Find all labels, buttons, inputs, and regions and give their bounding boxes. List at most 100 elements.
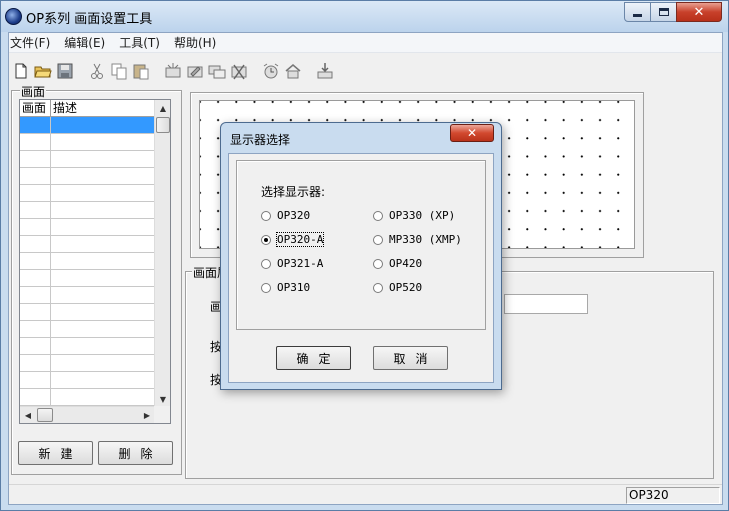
menu-help[interactable]: 帮助(H) — [174, 34, 224, 51]
table-row[interactable] — [20, 134, 155, 151]
row-description-cell — [51, 168, 155, 184]
display-option-label: OP320 — [277, 209, 311, 222]
vertical-scrollbar[interactable]: ▲ ▼ — [154, 100, 170, 407]
row-description-cell — [51, 134, 155, 150]
display-option-radio[interactable]: OP420 — [373, 257, 422, 270]
screen-name-field[interactable] — [504, 294, 588, 314]
row-screen-cell — [20, 168, 51, 184]
display-option-radio[interactable]: OP321-A — [261, 257, 323, 270]
delete-screen-button[interactable]: 删除 — [98, 441, 173, 465]
radio-button-icon[interactable] — [373, 258, 383, 269]
table-row[interactable] — [20, 304, 155, 321]
table-row[interactable] — [20, 372, 155, 389]
ok-button[interactable]: 确定 — [276, 346, 351, 370]
screen-list[interactable]: 画面 描述 ▲ ▼ ◀ ▶ — [19, 99, 171, 424]
new-screen-button[interactable]: 新建 — [18, 441, 93, 465]
table-row[interactable] — [20, 270, 155, 287]
minimize-icon — [633, 14, 642, 17]
display-options-group: 选择显示器: OP320 OP330 (XP) OP320-A MP330 (XMP)… — [236, 160, 486, 330]
cut-icon[interactable] — [87, 61, 107, 81]
table-row[interactable] — [20, 253, 155, 270]
row-description-cell — [51, 287, 155, 303]
screen-list-group-label: 画面 — [20, 83, 47, 100]
row-description-cell — [51, 219, 155, 235]
alarm-icon[interactable] — [261, 61, 281, 81]
menu-edit[interactable]: 编辑(E) — [64, 34, 113, 51]
row-screen-cell — [20, 185, 51, 201]
display-option-radio[interactable]: OP330 (XP) — [373, 209, 455, 222]
table-row[interactable] — [20, 117, 155, 134]
row-description-cell — [51, 236, 155, 252]
close-icon: ✕ — [693, 4, 705, 20]
table-row[interactable] — [20, 185, 155, 202]
radio-button-icon[interactable] — [373, 234, 383, 245]
row-description-cell — [51, 355, 155, 371]
table-row[interactable] — [20, 202, 155, 219]
radio-button-icon[interactable] — [261, 234, 271, 245]
table-row[interactable] — [20, 287, 155, 304]
screen-edit-icon[interactable] — [185, 61, 205, 81]
row-screen-cell — [20, 355, 51, 371]
display-option-radio[interactable]: OP320-A — [261, 232, 325, 247]
display-select-dialog: 显示器选择 ✕ 选择显示器: OP320 OP330 (XP) OP320-A MP3… — [220, 122, 502, 390]
horizontal-scrollbar[interactable]: ◀ ▶ — [20, 406, 155, 423]
table-row[interactable] — [20, 355, 155, 372]
display-option-radio[interactable]: OP520 — [373, 281, 422, 294]
radio-button-icon[interactable] — [261, 210, 271, 221]
radio-button-icon[interactable] — [373, 210, 383, 221]
scroll-up-icon[interactable]: ▲ — [155, 100, 170, 116]
table-row[interactable] — [20, 219, 155, 236]
home-icon[interactable] — [283, 61, 303, 81]
table-row[interactable] — [20, 338, 155, 355]
row-screen-cell — [20, 287, 51, 303]
row-screen-cell — [20, 372, 51, 388]
menu-bar: 文件(F) 编辑(E) 工具(T) 帮助(H) — [9, 33, 722, 53]
scroll-right-icon[interactable]: ▶ — [139, 407, 155, 423]
radio-button-icon[interactable] — [261, 282, 271, 293]
new-file-icon[interactable] — [11, 61, 31, 81]
paste-icon[interactable] — [131, 61, 151, 81]
column-screen[interactable]: 画面 — [20, 100, 51, 117]
maximize-button[interactable] — [650, 2, 677, 22]
scroll-left-icon[interactable]: ◀ — [20, 407, 36, 423]
table-row[interactable] — [20, 168, 155, 185]
table-row[interactable] — [20, 151, 155, 168]
copy-icon[interactable] — [109, 61, 129, 81]
minimize-button[interactable] — [624, 2, 651, 22]
vertical-scroll-thumb[interactable] — [156, 117, 170, 133]
toolbar — [9, 55, 722, 85]
caption-buttons: ✕ — [624, 2, 722, 22]
save-icon[interactable] — [55, 61, 75, 81]
title-bar[interactable]: OP系列 画面设置工具 ✕ — [1, 1, 728, 32]
horizontal-scroll-thumb[interactable] — [37, 408, 53, 422]
download-icon[interactable] — [315, 61, 335, 81]
row-screen-cell — [20, 389, 51, 405]
row-screen-cell — [20, 202, 51, 218]
screen-copy-icon[interactable] — [207, 61, 227, 81]
display-option-radio[interactable]: MP330 (XMP) — [373, 233, 462, 246]
open-folder-icon[interactable] — [33, 61, 53, 81]
display-option-radio[interactable]: OP310 — [261, 281, 310, 294]
dialog-close-button[interactable]: ✕ — [450, 124, 494, 142]
table-row[interactable] — [20, 389, 155, 406]
menu-tools[interactable]: 工具(T) — [119, 34, 168, 51]
scroll-down-icon[interactable]: ▼ — [155, 391, 170, 407]
screen-add-icon[interactable] — [163, 61, 183, 81]
close-button[interactable]: ✕ — [676, 2, 722, 22]
row-description-cell — [51, 151, 155, 167]
menu-file[interactable]: 文件(F) — [10, 34, 58, 51]
cancel-button[interactable]: 取消 — [373, 346, 448, 370]
radio-button-icon[interactable] — [373, 282, 383, 293]
table-row[interactable] — [20, 236, 155, 253]
row-screen-cell — [20, 117, 51, 133]
screen-delete-icon[interactable] — [229, 61, 249, 81]
column-description[interactable]: 描述 — [51, 100, 155, 117]
row-description-cell — [51, 270, 155, 286]
display-option-radio[interactable]: OP320 — [261, 209, 310, 222]
display-option-label: OP330 (XP) — [389, 209, 456, 222]
row-screen-cell — [20, 321, 51, 337]
radio-button-icon[interactable] — [261, 258, 271, 269]
table-row[interactable] — [20, 321, 155, 338]
row-screen-cell — [20, 338, 51, 354]
screen-list-rows — [20, 117, 155, 406]
